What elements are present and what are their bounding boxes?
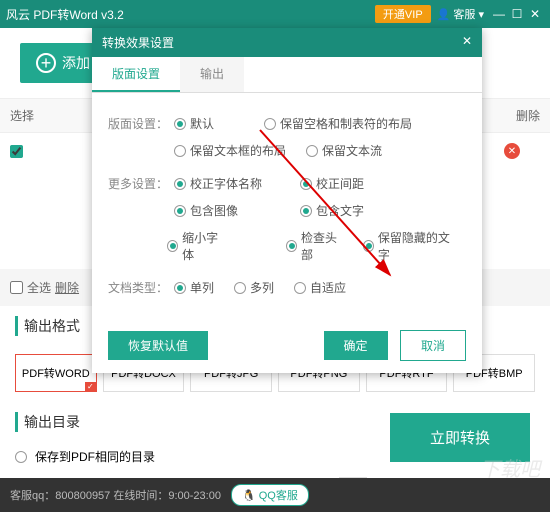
col-select: 选择	[10, 107, 60, 124]
settings-modal: 转换效果设置 ✕ 版面设置 输出 版面设置： 默认 保留空格和制表符的布局 保留…	[92, 28, 482, 373]
cancel-button[interactable]: 取消	[400, 330, 466, 361]
close-icon[interactable]: ✕	[526, 7, 544, 21]
opt-hidden[interactable]: 保留隐藏的文字	[363, 229, 452, 263]
delete-all-label[interactable]: 删除	[55, 279, 79, 296]
maximize-icon[interactable]: ☐	[508, 7, 526, 21]
qq-support-button[interactable]: 🐧 QQ客服	[231, 484, 309, 506]
modal-close-icon[interactable]: ✕	[462, 34, 472, 51]
opt-keep-space[interactable]: 保留空格和制表符的布局	[264, 115, 412, 132]
radio-same-dir[interactable]	[15, 451, 27, 463]
tab-layout[interactable]: 版面设置	[92, 57, 180, 92]
select-all-checkbox[interactable]	[10, 281, 23, 294]
minimize-icon[interactable]: —	[490, 7, 508, 21]
opt-font[interactable]: 校正字体名称	[174, 175, 262, 192]
doc-label: 文档类型：	[108, 279, 168, 296]
opt-single[interactable]: 单列	[174, 279, 214, 296]
opt-text[interactable]: 包含文字	[300, 202, 364, 219]
vip-button[interactable]: 开通VIP	[375, 5, 431, 23]
opt-default[interactable]: 默认	[174, 115, 214, 132]
layout-label: 版面设置：	[108, 115, 168, 132]
col-delete: 删除	[490, 107, 540, 124]
dir-section-title: 输出目录	[15, 412, 80, 432]
opt-shrink[interactable]: 缩小字体	[167, 229, 224, 263]
footer-info: 客服qq：800800957 在线时间：9:00-23:00	[10, 487, 221, 503]
convert-button[interactable]: 立即转换	[390, 413, 530, 462]
format-section-title: 输出格式	[15, 316, 80, 336]
app-title: 风云 PDF转Word v3.2	[6, 6, 375, 23]
opt-spacing[interactable]: 校正间距	[300, 175, 364, 192]
modal-title: 转换效果设置	[102, 34, 174, 51]
user-label[interactable]: 👤 客服 ▾	[437, 6, 484, 22]
same-dir-label: 保存到PDF相同的目录	[35, 448, 155, 465]
row-checkbox[interactable]	[10, 145, 23, 158]
tab-output[interactable]: 输出	[180, 57, 244, 92]
ok-button[interactable]: 确定	[324, 331, 388, 360]
opt-auto[interactable]: 自适应	[294, 279, 346, 296]
opt-image[interactable]: 包含图像	[174, 202, 238, 219]
opt-keep-flow[interactable]: 保留文本流	[306, 142, 382, 159]
plus-icon: +	[36, 53, 56, 73]
format-option[interactable]: PDF转WORD	[15, 354, 97, 392]
select-all-label: 全选	[27, 279, 51, 296]
more-label: 更多设置：	[108, 175, 168, 192]
opt-header[interactable]: 检查头部	[286, 229, 343, 263]
reset-button[interactable]: 恢复默认值	[108, 331, 208, 360]
opt-keep-textbox[interactable]: 保留文本框的布局	[174, 142, 286, 159]
delete-row-icon[interactable]: ✕	[504, 143, 520, 159]
opt-multi[interactable]: 多列	[234, 279, 274, 296]
